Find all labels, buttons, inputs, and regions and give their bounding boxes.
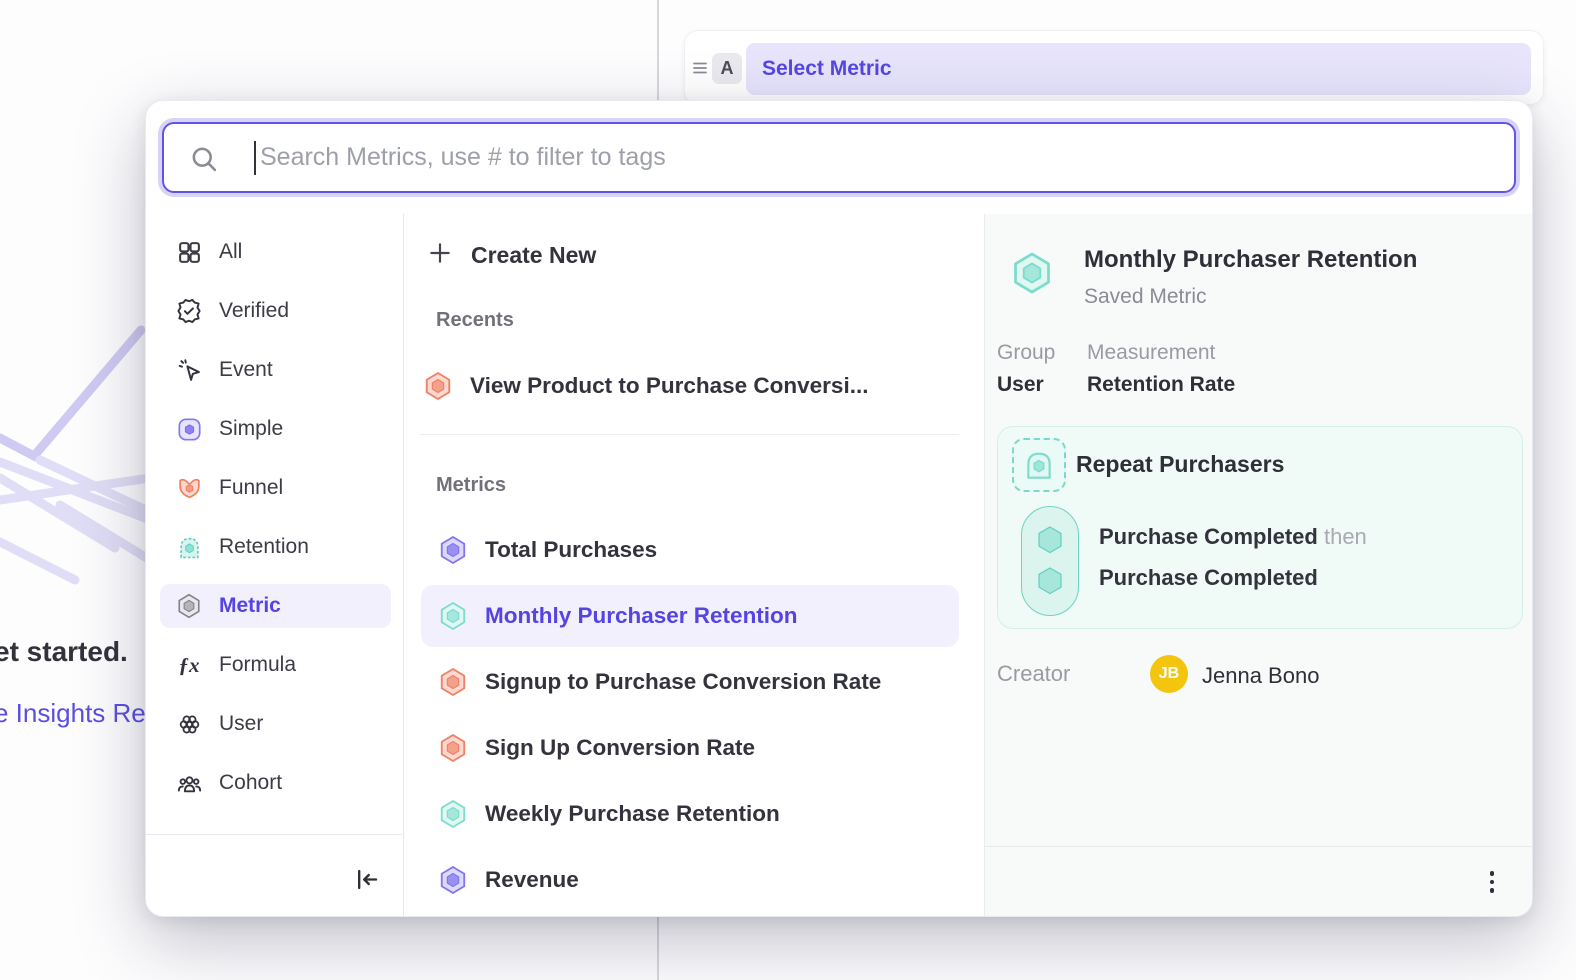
verified-badge-icon [176,298,202,324]
hexagon-icon [438,865,468,895]
simple-icon [176,416,202,442]
sidebar-item-formula[interactable]: ƒx Formula [160,643,391,687]
metric-item-sign-up-conversion-rate[interactable]: Sign Up Conversion Rate [421,717,959,779]
collapse-left-icon [353,866,380,893]
creator-label: Creator [997,661,1070,687]
then-connector: then [1324,524,1367,549]
metric-item-signup-to-purchase-conversion-rate[interactable]: Signup to Purchase Conversion Rate [421,651,959,713]
sidebar-item-verified[interactable]: Verified [160,289,391,333]
measurement-label: Measurement [1087,341,1215,365]
sidebar-item-event[interactable]: Event [160,348,391,392]
sidebar-item-cohort[interactable]: Cohort [160,761,391,805]
hexagon-icon [438,667,468,697]
drag-handle-icon[interactable] [691,59,709,77]
detail-title: Monthly Purchaser Retention [1084,246,1417,274]
text-caret [254,141,256,175]
more-options-button[interactable] [1481,864,1503,900]
sidebar-list-divider [403,214,404,917]
hexagon-icon [438,733,468,763]
metric-item-total-purchases[interactable]: Total Purchases [421,519,959,581]
measurement-value: Retention Rate [1087,373,1235,397]
grid-icon [176,239,202,265]
metric-item-revenue[interactable]: Revenue [421,849,959,911]
sequence-step-2: Purchase Completed [1099,565,1318,591]
hexagon-icon [423,371,453,401]
metric-item-weekly-purchase-retention[interactable]: Weekly Purchase Retention [421,783,959,845]
sidebar-item-simple[interactable]: Simple [160,407,391,451]
metric-list: Total Purchases Monthly Purchaser Retent… [421,519,959,911]
metric-hexagon-icon [176,593,202,619]
hexagon-icon [438,799,468,829]
metric-detail-panel: Monthly Purchaser Retention Saved Metric… [984,214,1533,917]
recent-item[interactable]: View Product to Purchase Conversi... [423,356,868,416]
metrics-header: Metrics [436,474,506,497]
plus-icon [427,240,453,271]
event-sequence-capsule [1021,506,1079,616]
background-get-started-text: et started. [0,636,128,668]
group-label: Group [997,341,1055,365]
retention-arch-icon [176,534,202,560]
retention-dashed-icon [1012,438,1066,492]
search-input[interactable] [260,124,1500,191]
sidebar-item-funnel[interactable]: Funnel [160,466,391,510]
kebab-menu-icon [1490,871,1495,876]
definition-title: Repeat Purchasers [1076,451,1284,478]
sidebar-item-user[interactable]: User [160,702,391,746]
user-flower-icon [176,711,202,737]
hexagon-icon [438,601,468,631]
metric-hexagon-icon [1010,251,1054,295]
formula-fx-icon: ƒx [176,652,202,678]
saved-metric-definition-card: Repeat Purchasers Purchase Completed the… [997,426,1523,629]
background-chart-illustration [0,320,150,600]
select-metric-label: Select Metric [762,57,892,81]
sequence-step-1: Purchase Completed then [1099,524,1367,550]
recents-metrics-divider [419,434,959,435]
filter-sidebar: All Verified Event [146,230,403,820]
search-box[interactable] [162,122,1516,193]
metric-item-monthly-purchaser-retention[interactable]: Monthly Purchaser Retention [421,585,959,647]
group-value: User [997,373,1044,397]
hexagon-icon [438,535,468,565]
creator-name: Jenna Bono [1202,663,1319,689]
metric-picker-modal: All Verified Event [145,100,1533,917]
screen: et started. e Insights Re A Select Metri… [0,0,1576,980]
detail-subtitle: Saved Metric [1084,285,1207,309]
funnel-icon [176,475,202,501]
event-cursor-icon [176,357,202,383]
recents-header: Recents [436,309,514,332]
sidebar-footer-divider [146,834,403,835]
create-new-button[interactable]: Create New [427,231,596,279]
sidebar-item-all[interactable]: All [160,230,391,274]
series-a-badge: A [712,53,742,84]
sequence-hexagons-icon [1022,507,1080,617]
select-metric-bar: A Select Metric [684,30,1544,105]
search-icon [190,145,218,178]
cohort-people-icon [176,770,202,796]
background-insights-link[interactable]: e Insights Re [0,698,146,729]
detail-footer-divider [985,846,1533,847]
sidebar-item-metric[interactable]: Metric [160,584,391,628]
sidebar-item-retention[interactable]: Retention [160,525,391,569]
creator-avatar: JB [1150,655,1188,693]
select-metric-button[interactable]: Select Metric [746,43,1531,95]
collapse-sidebar-button[interactable] [346,859,386,899]
